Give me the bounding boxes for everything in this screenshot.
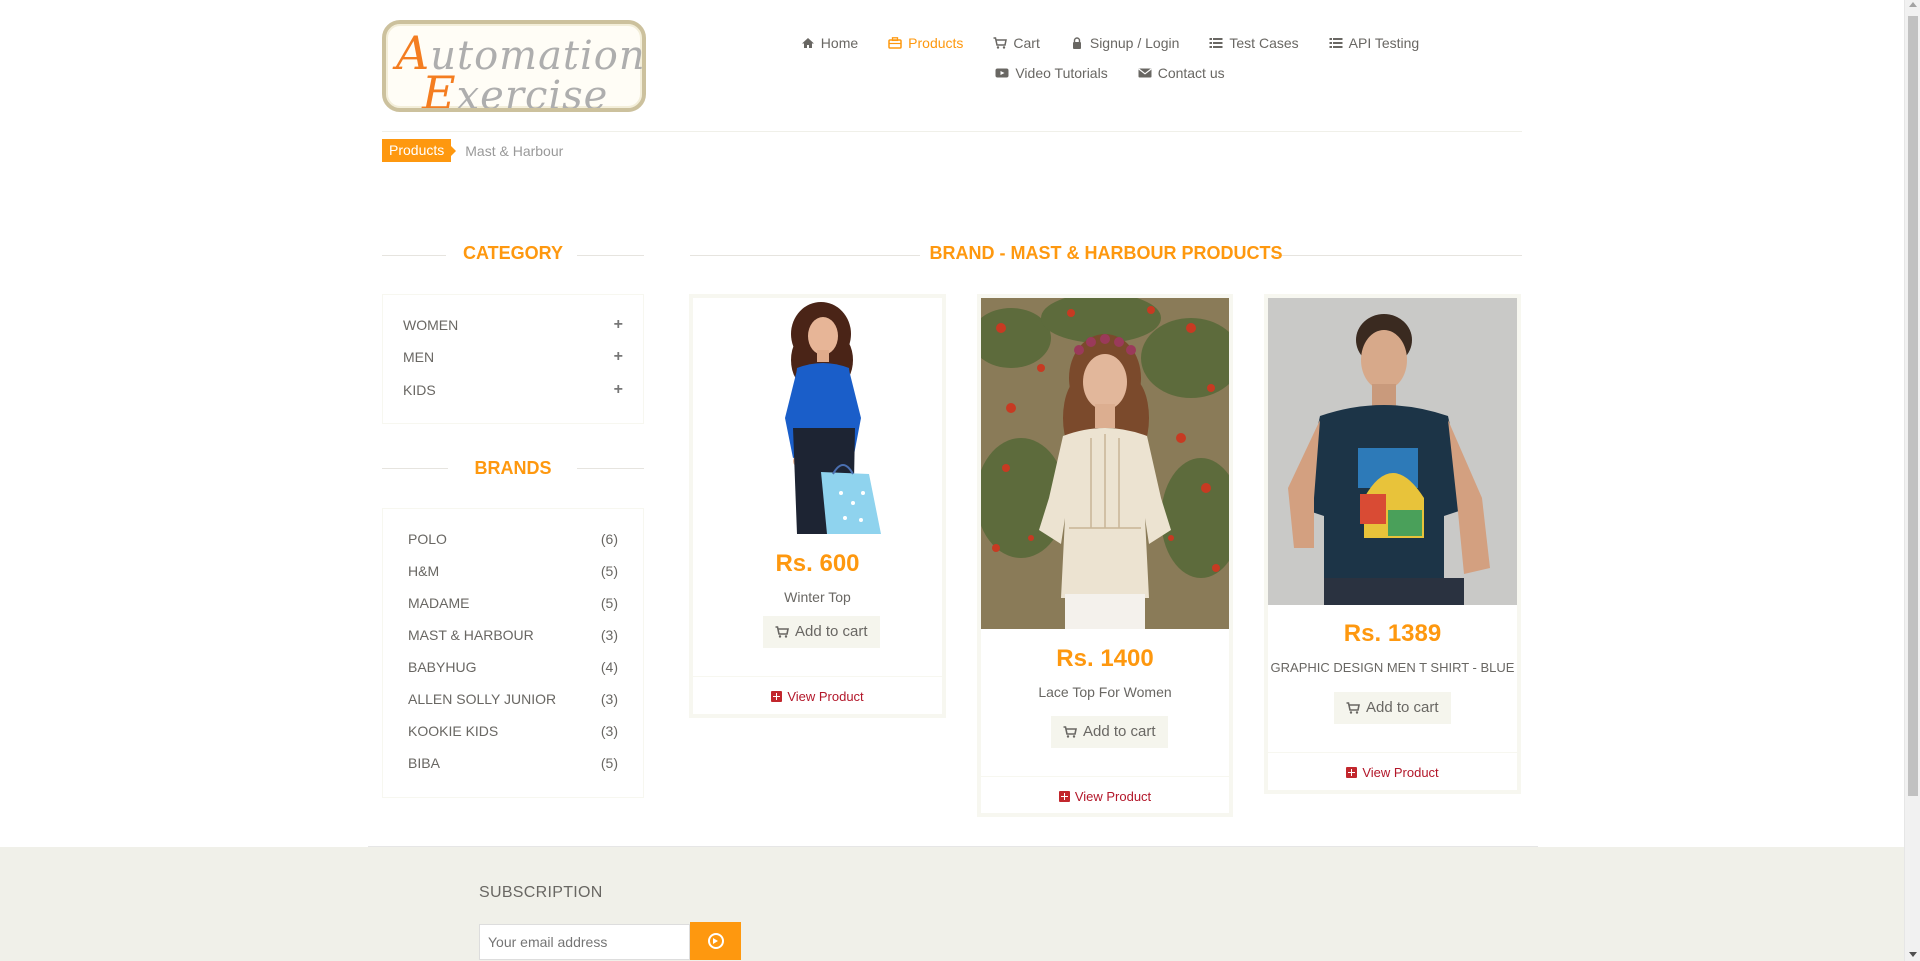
envelope-icon <box>1138 68 1152 78</box>
nav-contact-us[interactable]: Contact us <box>1123 65 1240 81</box>
category-panel: WOMEN + MEN + KIDS + <box>382 294 644 424</box>
cart-icon <box>1063 726 1077 738</box>
product-name: GRAPHIC DESIGN MEN T SHIRT - BLUE <box>1270 660 1515 675</box>
scroll-down-icon[interactable] <box>1909 952 1917 957</box>
nav-test-cases[interactable]: Test Cases <box>1194 35 1313 51</box>
view-product-link[interactable]: View Product <box>693 689 942 704</box>
plus-icon[interactable]: + <box>614 381 623 399</box>
subscription-title: SUBSCRIPTION <box>479 884 603 901</box>
header-divider <box>382 131 1522 132</box>
plus-icon[interactable]: + <box>614 348 623 366</box>
scrollbar-thumb[interactable] <box>1908 16 1918 796</box>
brand-item[interactable]: MAST & HARBOUR (3) <box>408 627 618 643</box>
youtube-icon <box>995 68 1009 78</box>
footer <box>0 847 1904 961</box>
plus-icon[interactable]: + <box>614 316 623 334</box>
subscription-email-input[interactable] <box>479 924 690 960</box>
product-card: Rs. 1389 GRAPHIC DESIGN MEN T SHIRT - BL… <box>1264 294 1521 794</box>
add-to-cart-button[interactable]: Add to cart <box>763 616 880 648</box>
products-icon <box>888 37 902 49</box>
breadcrumb: Products Mast & Harbour <box>382 139 563 162</box>
view-product-link[interactable]: View Product <box>1268 765 1517 780</box>
product-price: Rs. 600 <box>775 550 860 577</box>
brand-item[interactable]: KOOKIE KIDS (3) <box>408 723 618 739</box>
add-to-cart-button[interactable]: Add to cart <box>1334 692 1451 724</box>
nav-row-1: Home Products Cart Signup / Login Test C… <box>780 28 1440 58</box>
nav-home[interactable]: Home <box>786 35 873 51</box>
product-price: Rs. 1389 <box>1343 620 1442 647</box>
product-name: Lace Top For Women <box>1038 684 1172 700</box>
brand-item[interactable]: BIBA (5) <box>408 755 618 771</box>
logo-line-2: Exercise <box>422 66 609 112</box>
breadcrumb-products-link[interactable]: Products <box>382 139 457 162</box>
nav-video-tutorials[interactable]: Video Tutorials <box>980 65 1122 81</box>
add-to-cart-button[interactable]: Add to cart <box>1051 716 1168 748</box>
brand-item[interactable]: POLO (6) <box>408 531 618 547</box>
category-title: CATEGORY <box>462 243 563 263</box>
list-icon <box>1329 38 1343 48</box>
breadcrumb-current: Mast & Harbour <box>465 142 564 159</box>
plus-square-icon <box>771 691 783 702</box>
subscribe-button[interactable] <box>690 922 741 960</box>
card-divider <box>1268 752 1517 753</box>
product-image[interactable] <box>693 298 942 534</box>
lock-icon <box>1072 37 1081 49</box>
site-logo[interactable]: Automation Exercise <box>382 20 646 112</box>
home-icon <box>801 38 814 48</box>
plus-square-icon <box>1346 767 1358 778</box>
product-price: Rs. 1400 <box>1056 645 1154 672</box>
cart-icon <box>993 37 1008 49</box>
arrow-circle-right-icon <box>707 933 724 949</box>
brands-title: BRANDS <box>474 458 552 478</box>
view-product-link[interactable]: View Product <box>981 789 1229 804</box>
card-divider <box>693 676 942 677</box>
category-item-men[interactable]: MEN + <box>403 348 623 366</box>
plus-square-icon <box>1058 791 1070 802</box>
nav-products[interactable]: Products <box>873 35 978 51</box>
product-card: Rs. 1400 Lace Top For Women Add to cart … <box>977 294 1233 817</box>
list-icon <box>1209 38 1223 48</box>
nav-api-testing[interactable]: API Testing <box>1314 35 1435 51</box>
brand-item[interactable]: MADAME (5) <box>408 595 618 611</box>
category-item-kids[interactable]: KIDS + <box>403 381 623 399</box>
product-card: Rs. 600 Winter Top Add to cart View Prod… <box>689 294 946 718</box>
category-item-women[interactable]: WOMEN + <box>403 316 623 334</box>
products-title: BRAND - MAST & HARBOUR PRODUCTS <box>929 243 1283 263</box>
product-image[interactable] <box>981 298 1229 629</box>
page-scrollbar[interactable] <box>1904 0 1920 961</box>
brands-panel: POLO (6) H&M (5) MADAME (5) MAST & HARBOUR(… <box>382 508 644 798</box>
product-name: Winter Top <box>784 589 851 605</box>
brand-item[interactable]: H&M (5) <box>408 563 618 579</box>
product-image[interactable] <box>1268 298 1517 605</box>
cart-icon <box>775 626 789 638</box>
scroll-up-icon[interactable] <box>1909 2 1917 7</box>
nav-signup-login[interactable]: Signup / Login <box>1055 35 1195 51</box>
brand-item[interactable]: ALLEN SOLLY JUNIOR (3) <box>408 691 618 707</box>
card-divider <box>981 776 1229 777</box>
nav-cart[interactable]: Cart <box>978 35 1054 51</box>
nav-row-2: Video Tutorials Contact us <box>780 58 1440 88</box>
brand-item[interactable]: BABYHUG (4) <box>408 659 618 675</box>
main-nav: Home Products Cart Signup / Login Test C… <box>780 28 1440 88</box>
cart-icon <box>1346 702 1360 714</box>
